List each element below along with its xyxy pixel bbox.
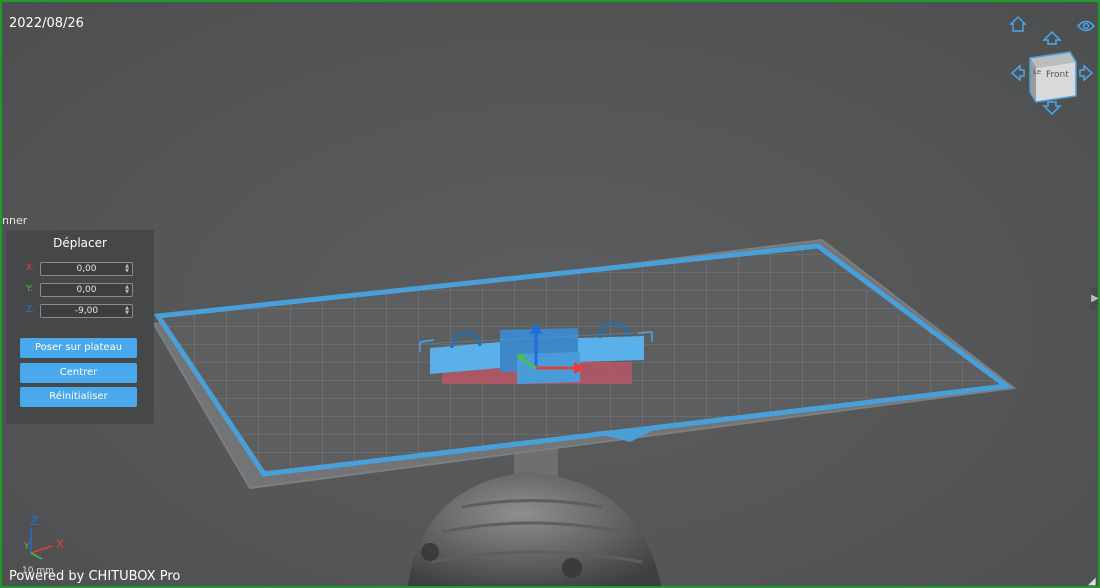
axis-x-label: X [56, 537, 65, 551]
lay-on-plate-button[interactable]: Poser sur plateau [20, 338, 137, 358]
3d-viewport[interactable]: 2022/08/26 nner Déplacer X: 0,00 ▲ ▼ Y: 0… [0, 0, 1100, 588]
reset-button[interactable]: Réinitialiser [20, 387, 137, 407]
powered-by-label: Powered by CHITUBOX Pro [9, 569, 181, 584]
y-input[interactable]: 0,00 ▲ ▼ [40, 283, 133, 297]
chevron-right-icon[interactable]: ▶ [1090, 288, 1098, 310]
x-field-label: X: [26, 263, 36, 273]
axis-z-label: Z [30, 514, 39, 528]
z-input-value: -9,00 [74, 306, 99, 316]
sidebar-fragment-label: nner [2, 214, 28, 227]
date-label: 2022/08/26 [9, 16, 84, 31]
x-input[interactable]: 0,00 ▲ ▼ [40, 262, 133, 276]
move-panel-title: Déplacer [53, 236, 107, 250]
home-icon[interactable] [1009, 16, 1027, 32]
x-input-value: 0,00 [76, 264, 97, 274]
spinner-icon[interactable]: ▲ ▼ [124, 285, 130, 295]
spinner-icon[interactable]: ▲ ▼ [124, 306, 130, 316]
printer-base [407, 442, 662, 586]
z-field-label: Z: [26, 305, 36, 315]
view-cube-face-label: Front [1046, 70, 1069, 80]
spinner-icon[interactable]: ▲ ▼ [124, 264, 130, 274]
axis-y-label: Y [24, 542, 30, 552]
view-cube-side-label: Le [1033, 68, 1042, 76]
axis-indicator [30, 529, 53, 560]
y-input-value: 0,00 [76, 285, 97, 295]
scene-svg [30, 16, 1095, 586]
y-field-label: Y: [26, 284, 34, 294]
x-field-row: X: 0,00 ▲ ▼ [6, 262, 154, 276]
resize-corner-icon[interactable]: ◢ [1088, 576, 1096, 586]
center-button[interactable]: Centrer [20, 363, 137, 383]
z-field-row: Z: -9,00 ▲ ▼ [6, 304, 154, 318]
move-panel: Déplacer X: 0,00 ▲ ▼ Y: 0,00 ▲ ▼ Z: -9,00 … [6, 230, 154, 424]
eye-icon[interactable] [1077, 20, 1095, 32]
y-field-row: Y: 0,00 ▲ ▼ [6, 283, 154, 297]
z-input[interactable]: -9,00 ▲ ▼ [40, 304, 133, 318]
